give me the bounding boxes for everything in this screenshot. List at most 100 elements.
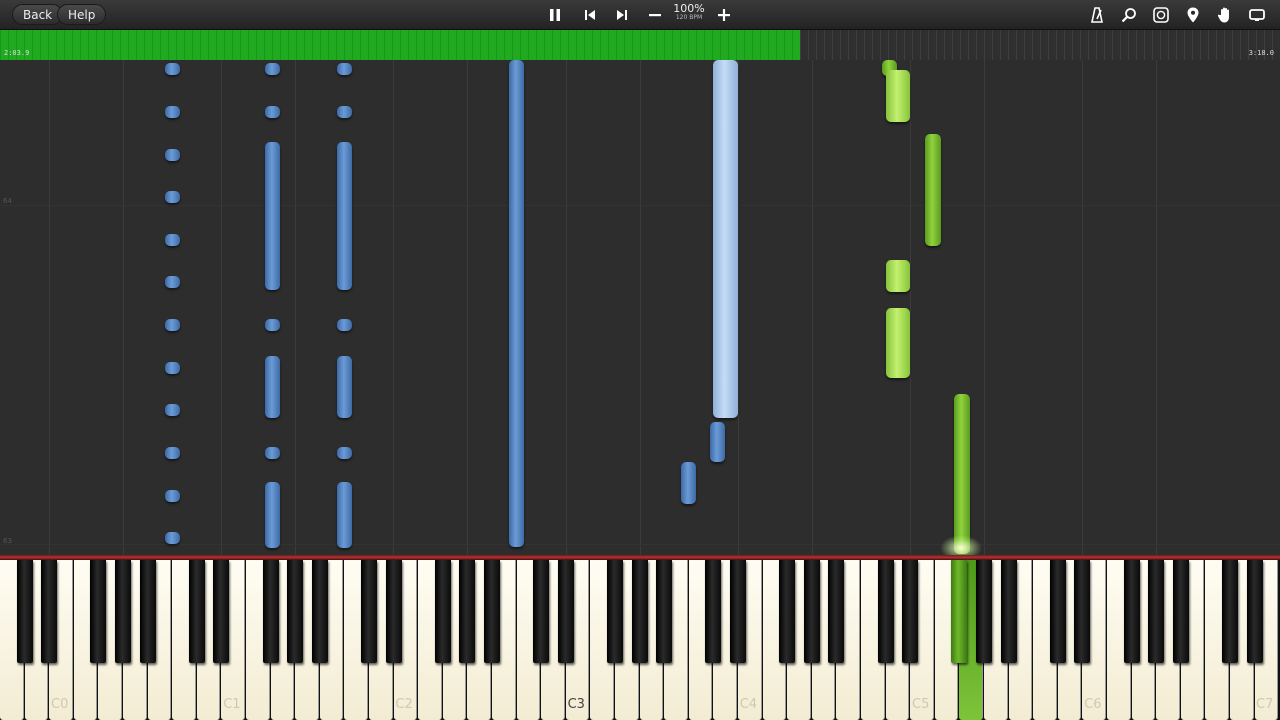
display-button[interactable]: [1245, 3, 1269, 27]
falling-note: [925, 134, 941, 246]
metronome-button[interactable]: [1085, 3, 1109, 27]
plus-icon: [718, 9, 730, 21]
grid-line: [812, 60, 813, 555]
falling-note: [165, 490, 180, 502]
falling-note: [265, 356, 280, 418]
pause-button[interactable]: [543, 3, 567, 27]
grid-line: [738, 60, 739, 555]
black-key[interactable]: [16, 560, 33, 663]
falling-note: [165, 276, 180, 288]
falling-note: [954, 394, 970, 554]
black-key[interactable]: [730, 560, 746, 663]
black-key[interactable]: [287, 560, 304, 663]
black-key[interactable]: [779, 560, 796, 663]
skip-back-icon: [585, 10, 595, 20]
falling-note: [265, 142, 280, 290]
black-key[interactable]: [262, 560, 279, 663]
black-key[interactable]: [115, 560, 131, 663]
black-key[interactable]: [459, 560, 476, 663]
black-key[interactable]: [951, 560, 968, 663]
black-key[interactable]: [41, 560, 58, 663]
black-key[interactable]: [1148, 560, 1165, 663]
octave-label: C6: [1084, 697, 1102, 712]
grid-line: [910, 60, 911, 555]
black-key[interactable]: [656, 560, 673, 663]
octave-label: C5: [912, 697, 930, 712]
octave-label: C1: [223, 697, 241, 712]
black-key[interactable]: [607, 560, 623, 663]
piano-keyboard[interactable]: C0 C1 C2 C3 C4 C5 C6 C7: [0, 560, 1280, 720]
black-key[interactable]: [557, 560, 574, 663]
location-button[interactable]: [1181, 3, 1205, 27]
search-button[interactable]: [1117, 3, 1141, 27]
black-key[interactable]: [877, 560, 894, 663]
grid-line: [467, 60, 468, 555]
falling-note: [165, 447, 180, 459]
black-key[interactable]: [361, 560, 377, 663]
black-key[interactable]: [1222, 560, 1238, 663]
black-key[interactable]: [631, 560, 648, 663]
grid-line: [1156, 60, 1157, 555]
black-key[interactable]: [1074, 560, 1091, 663]
black-key[interactable]: [90, 560, 107, 663]
black-key[interactable]: [213, 560, 230, 663]
black-key[interactable]: [976, 560, 992, 663]
octave-label: C4: [739, 697, 758, 712]
black-key[interactable]: [1000, 560, 1017, 663]
black-key[interactable]: [434, 560, 451, 663]
grid-line: [221, 60, 222, 555]
falling-note: [337, 356, 352, 418]
progress-fill: [0, 30, 800, 60]
total-time: 3:18.0: [1248, 49, 1274, 57]
black-key[interactable]: [1123, 560, 1140, 663]
falling-note: [509, 60, 524, 547]
black-key[interactable]: [1049, 560, 1066, 663]
grid-line: [640, 60, 641, 555]
grid-line: [393, 60, 394, 555]
falling-note: [165, 532, 180, 544]
black-key[interactable]: [139, 560, 156, 663]
current-time: 2:03.9: [4, 49, 30, 57]
measure-number: 64: [3, 197, 12, 205]
black-key[interactable]: [533, 560, 550, 663]
black-key[interactable]: [1246, 560, 1263, 663]
tempo-label: 120 BPM: [675, 14, 703, 21]
falling-note: [165, 234, 180, 246]
falling-note: [165, 404, 180, 416]
falling-note: [710, 422, 725, 462]
loop-button[interactable]: [1149, 3, 1173, 27]
song-progress-bar[interactable]: [0, 30, 1280, 60]
falling-note: [337, 142, 352, 290]
speed-percent: 100%: [673, 2, 705, 15]
falling-note: [165, 149, 180, 161]
black-key[interactable]: [902, 560, 919, 663]
black-key[interactable]: [1172, 560, 1189, 663]
grid-line: [49, 60, 50, 555]
grid-line: [1082, 60, 1083, 555]
black-key[interactable]: [188, 560, 205, 663]
black-key[interactable]: [311, 560, 328, 663]
skip-back-button[interactable]: [578, 3, 602, 27]
speed-down-button[interactable]: [643, 3, 667, 27]
black-key[interactable]: [803, 560, 820, 663]
falling-note: [265, 447, 280, 459]
back-button[interactable]: Back: [12, 4, 64, 25]
hand-button[interactable]: [1213, 3, 1237, 27]
falling-note: [337, 106, 352, 118]
octave-label: C2: [395, 697, 413, 712]
help-button[interactable]: Help: [57, 4, 107, 25]
skip-forward-button[interactable]: [610, 3, 634, 27]
falling-note: [265, 63, 280, 75]
black-key[interactable]: [385, 560, 402, 663]
falling-note: [165, 63, 180, 75]
black-key[interactable]: [705, 560, 722, 663]
note-roll: 64 63: [0, 60, 1280, 555]
falling-note: [337, 319, 352, 331]
falling-note: [681, 462, 696, 504]
minus-icon: [649, 14, 661, 17]
speed-up-button[interactable]: [712, 3, 736, 27]
hand-icon: [1217, 7, 1229, 23]
black-key[interactable]: [828, 560, 845, 663]
black-key[interactable]: [484, 560, 500, 663]
display-icon: [1249, 9, 1265, 21]
